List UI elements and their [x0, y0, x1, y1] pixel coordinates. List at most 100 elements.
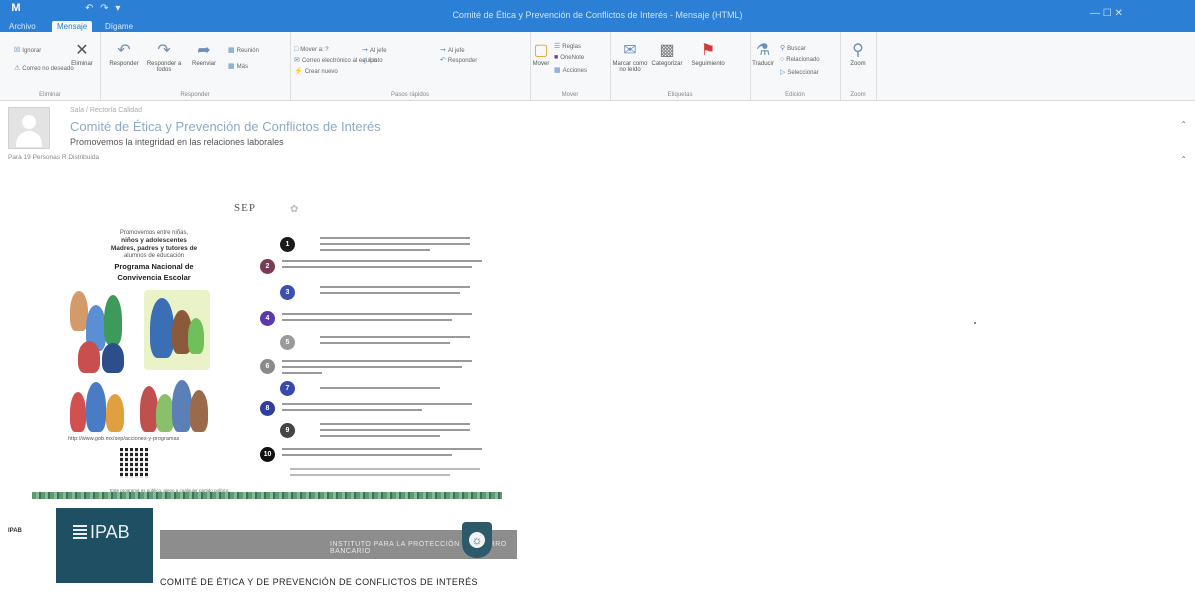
item-number: 10 — [260, 447, 275, 462]
meeting-icon: ▦ — [228, 47, 235, 54]
zoom-icon: ⚲ — [852, 42, 864, 59]
group-editing: ⚗ Traducir ⚲ Buscar ○ Relacionado ▷ Seleccio… — [750, 32, 841, 100]
delete-icon: ✕ — [75, 42, 89, 59]
reply-icon: ↶ — [117, 42, 131, 59]
ipab-logo-box: IPAB — [56, 508, 153, 583]
group-respond: ↶ Responder ↷ Responder a todos ➦ Reenviar … — [100, 32, 291, 100]
categorize-button[interactable]: ▩ Categorizar — [650, 42, 684, 67]
onenote-button[interactable]: ■ OneNote — [554, 54, 584, 61]
list-item: 7 — [260, 378, 490, 398]
delete-button[interactable]: ✕ Eliminar — [66, 42, 98, 67]
globe-icon: ☼ — [469, 532, 485, 548]
related-button[interactable]: ○ Relacionado — [780, 56, 820, 63]
message-subtitle: Promovemos la integridad en las relacion… — [70, 137, 284, 147]
recipients-line[interactable]: Para 19 Personas R Distribuida — [8, 154, 99, 161]
group-label: Eliminar — [39, 92, 61, 98]
more-button[interactable]: ▦ Más — [228, 62, 248, 70]
bars-icon — [73, 525, 87, 539]
poster-left-column: Promovemos entre niñas, niños y adolesce… — [64, 230, 244, 282]
quick-step-extra2[interactable]: ↶ Responder — [440, 56, 477, 64]
move-folder-icon: ▢ — [533, 42, 549, 59]
actions-button[interactable]: ▦ Acciones — [554, 66, 587, 74]
find-button[interactable]: ⚲ Buscar — [780, 44, 806, 52]
list-item: 4 — [260, 308, 490, 328]
tab-file[interactable]: Archivo — [4, 21, 41, 32]
ribbon: ☒ Ignorar ⚠ Correo no deseado ✕ Eliminar El… — [0, 32, 1195, 129]
poster-line: Madres, padres y tutores de — [110, 245, 198, 252]
lightning-icon: ⚡ — [294, 68, 303, 75]
zoom-button[interactable]: ⚲ Zoom — [844, 42, 872, 67]
more-icon: ▦ — [228, 63, 235, 70]
select-icon: ▷ — [780, 69, 786, 76]
select-button[interactable]: ▷ Seleccionar — [780, 68, 819, 76]
family-illustration — [136, 378, 210, 436]
item-number: 4 — [260, 311, 275, 326]
reply-icon: ↶ — [440, 57, 446, 64]
rules-icon: ☰ — [554, 43, 561, 50]
globe-badge-icon: ☼ — [462, 522, 492, 558]
tab-message[interactable]: Mensaje — [52, 21, 93, 32]
comite-caption: COMITÉ DE ÉTICA Y DE PREVENCIÓN DE CONFL… — [160, 577, 478, 587]
item-number: 1 — [280, 237, 295, 252]
collapse-ribbon-icon[interactable]: ⌃ — [1180, 120, 1187, 129]
tab-tell-me[interactable]: Dígame qué desea hacer — [100, 21, 138, 64]
group-label: Mover — [561, 92, 579, 98]
forward-button[interactable]: ➦ Reenviar — [186, 42, 222, 67]
list-item: 6 — [260, 356, 490, 376]
move-button[interactable]: ▢ Mover — [530, 42, 552, 67]
arrow-icon: ➞ — [362, 47, 368, 54]
envelope-icon: ✉ — [623, 42, 637, 59]
group-delete: ☒ Ignorar ⚠ Correo no deseado ✕ Eliminar El… — [0, 32, 101, 100]
folder-icon: □ — [294, 46, 299, 53]
email-body-image: SEP ✿ Promovemos entre niñas, niños y ad… — [20, 190, 520, 500]
ipab-logo: IPAB — [73, 522, 130, 543]
list-item: 8 — [260, 398, 490, 418]
item-number: 6 — [260, 359, 275, 374]
poster-line: niños y adolescentes — [121, 237, 187, 244]
group-tags: ✉ Marcar como no leído ▩ Categorizar ⚑ Segu… — [610, 32, 751, 100]
item-number: 3 — [280, 285, 295, 300]
group-label: Etiquetas — [667, 92, 693, 98]
check-icon: ✓ — [362, 57, 368, 64]
follow-up-button[interactable]: ⚑ Seguimiento — [688, 42, 728, 67]
sender-name[interactable]: Sala / Rectoría Calidad — [70, 107, 142, 114]
junk-icon: ⚠ — [14, 65, 21, 72]
mail-icon: ✉ — [294, 57, 300, 64]
program-title: Programa Nacional de — [114, 262, 194, 271]
list-item: 10 — [260, 444, 490, 464]
quick-step-manager[interactable]: ➞ Al jefe — [362, 46, 387, 54]
family-illustration — [64, 285, 134, 375]
quick-step-new[interactable]: ⚡ Crear nuevo — [294, 67, 338, 75]
program-title: Convivencia Escolar — [117, 273, 191, 282]
categorize-icon: ▩ — [659, 42, 675, 59]
collapse-header-icon[interactable]: ⌃ — [1180, 155, 1187, 164]
related-icon: ○ — [780, 56, 785, 63]
quick-step-done[interactable]: ✓ Listo — [362, 56, 383, 64]
rules-button[interactable]: ☰ Reglas — [554, 42, 581, 50]
secondary-logo-icon: ✿ — [290, 204, 299, 215]
poster-url[interactable]: http://www.gob.mx/sep/acciones-y-program… — [68, 436, 179, 442]
meeting-button[interactable]: ▦ Reunión — [228, 46, 259, 54]
list-item: 9 — [260, 420, 490, 440]
mark-unread-button[interactable]: ✉ Marcar como no leído — [612, 42, 648, 73]
reply-all-icon: ↷ — [157, 42, 171, 59]
list-item: 2 — [260, 256, 490, 276]
window-title: Comité de Ética y Prevención de Conflict… — [452, 10, 743, 20]
group-zoom: ⚲ Zoom Zoom — [840, 32, 877, 100]
banner-left-label: IPAB — [8, 528, 22, 534]
list-item: 5 — [260, 332, 490, 352]
ignore-button[interactable]: ☒ Ignorar — [14, 46, 41, 54]
junk-button[interactable]: ⚠ Correo no deseado — [14, 64, 74, 72]
avatar — [8, 107, 50, 149]
search-icon: ⚲ — [780, 45, 786, 52]
group-quick-steps: □ Mover a: ? ✉ Correo electrónico al equip… — [290, 32, 531, 100]
reply-all-button[interactable]: ↷ Responder a todos — [142, 42, 186, 73]
quick-step-move[interactable]: □ Mover a: ? — [294, 46, 329, 53]
translate-button[interactable]: ⚗ Traducir — [750, 42, 776, 67]
message-subject: Comité de Ética y Prevención de Conflict… — [70, 119, 381, 134]
reply-button[interactable]: ↶ Responder — [106, 42, 142, 67]
window-controls[interactable]: — ☐ ✕ — [1090, 8, 1123, 19]
group-move: ▢ Mover ☰ Reglas ■ OneNote ▦ Acciones Mover — [530, 32, 611, 100]
quick-step-extra1[interactable]: ➞ Al jefe — [440, 46, 465, 54]
poster-line: Promovemos entre niñas, — [119, 230, 189, 236]
